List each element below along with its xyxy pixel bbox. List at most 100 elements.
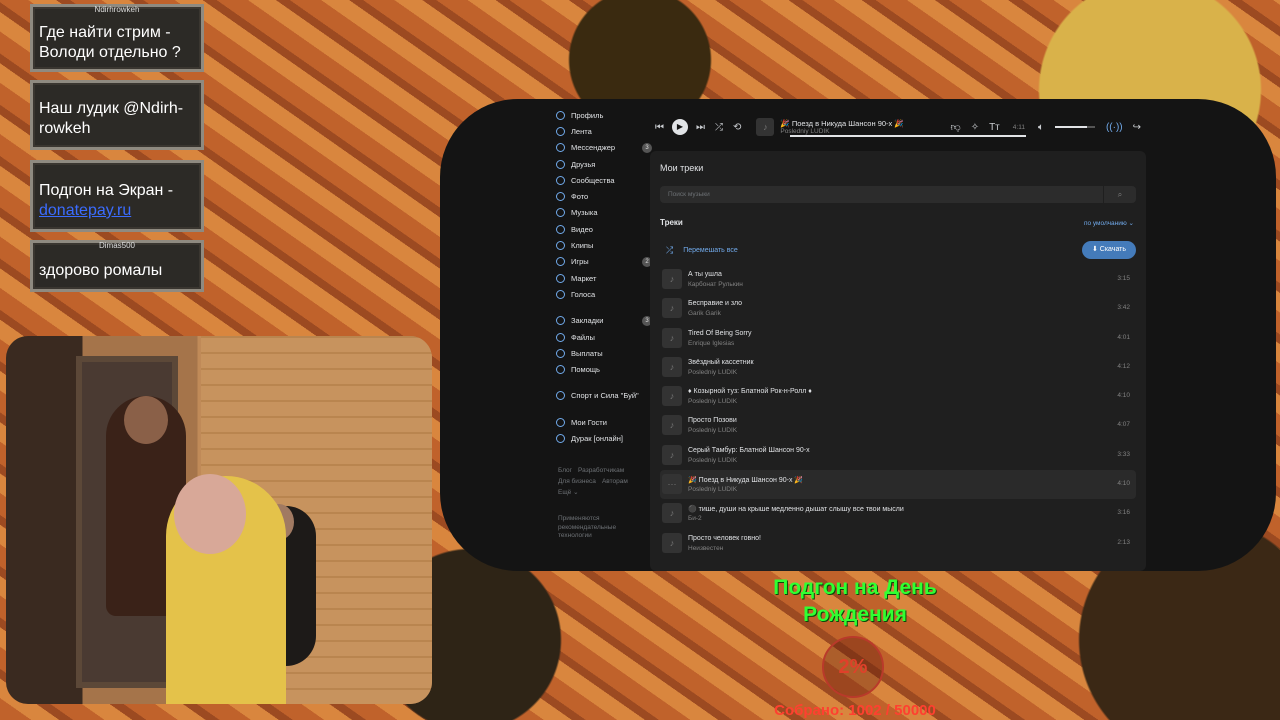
track-row[interactable]: ♪ Звёздный кассетник Posledniy LUDIK 4:12 bbox=[660, 353, 1136, 382]
track-artist[interactable]: Enrique Iglesias bbox=[688, 340, 734, 347]
track-cover[interactable]: ♪ bbox=[662, 503, 682, 524]
sidebar-item[interactable]: Профиль bbox=[556, 107, 652, 123]
chat-message: Наш лудик @Ndirh-rowkeh bbox=[30, 80, 204, 150]
now-playing-title[interactable]: 🎉 Поезд в Никуда Шансон 90-х 🎉 bbox=[780, 119, 903, 128]
shuffle-all-button[interactable]: ⤮ Перемешать все bbox=[666, 245, 738, 256]
track-row[interactable]: ··· 🎉 Поезд в Никуда Шансон 90-х 🎉 Posledn… bbox=[660, 470, 1136, 500]
progress-bar[interactable] bbox=[790, 135, 1026, 137]
footer-link-more[interactable]: Ещё ⌄ bbox=[558, 489, 579, 496]
sidebar-item[interactable]: Игры 2 bbox=[556, 254, 652, 270]
track-artist[interactable]: Неизвестен bbox=[688, 545, 723, 552]
track-artist[interactable]: Posledniy LUDIK bbox=[688, 398, 737, 405]
sidebar-item-icon bbox=[556, 289, 565, 299]
chat-text: Подгон на Экран - bbox=[39, 182, 174, 199]
sidebar-item-label: Спорт и Сила "Буй" bbox=[571, 391, 639, 401]
footer-link-business[interactable]: Для бизнеса bbox=[558, 478, 596, 485]
track-artist[interactable]: Би-2 bbox=[688, 515, 702, 522]
sidebar-item[interactable]: Фото bbox=[556, 188, 652, 204]
track-cover[interactable]: ♪ bbox=[662, 532, 682, 553]
track-cover[interactable]: ♪ bbox=[662, 444, 682, 465]
track-title[interactable]: Звёздный кассетник bbox=[688, 359, 754, 366]
track-cover[interactable]: ♪ bbox=[662, 415, 682, 436]
repeat-icon[interactable]: ⟲ bbox=[733, 122, 741, 133]
track-row[interactable]: ♪ Бесправие и зло Garik Garik 3:42 bbox=[660, 294, 1136, 323]
volume-icon[interactable]: 🔈︎ bbox=[1038, 122, 1044, 133]
track-row[interactable]: ♪ А ты ушла Карбонат Рулькин 3:15 bbox=[660, 265, 1136, 294]
sidebar-item-app-durak[interactable]: Дурак [онлайн] bbox=[556, 430, 652, 446]
sidebar-item[interactable]: Закладки 3 bbox=[556, 313, 652, 329]
search-icon[interactable]: ⌕ bbox=[1103, 186, 1136, 203]
shuffle-icon[interactable]: ⤮ bbox=[715, 122, 723, 133]
sidebar-item-label: Голоса bbox=[571, 289, 596, 299]
track-row[interactable]: ♪ Tired Of Being Sorry Enrique Iglesias 4:0… bbox=[660, 324, 1136, 353]
track-artist[interactable]: Garik Garik bbox=[688, 310, 721, 317]
sparkle-icon[interactable]: ✧ bbox=[971, 122, 979, 133]
track-duration: 4:10 bbox=[1117, 480, 1130, 488]
sidebar-item[interactable]: Маркет bbox=[556, 270, 652, 286]
now-playing-artist[interactable]: Posledniy LUDIK bbox=[780, 128, 903, 135]
sidebar-item[interactable]: Голоса bbox=[556, 286, 652, 302]
track-cover[interactable]: ♪ bbox=[662, 269, 682, 289]
sidebar-item[interactable]: Видео bbox=[556, 221, 652, 237]
track-title[interactable]: ⚫ тише, души на крыше медленно дышат слы… bbox=[688, 505, 904, 513]
chat-username: Ndirhrowkeh bbox=[94, 5, 140, 14]
search-input[interactable]: Поиск музыки ⌕ bbox=[660, 186, 1136, 203]
sidebar-item-app-guests[interactable]: Мои Гости bbox=[556, 414, 652, 430]
app-icon bbox=[556, 417, 565, 427]
sidebar-item-label: Игры bbox=[571, 257, 589, 267]
sidebar-item[interactable]: Сообщества bbox=[556, 172, 652, 188]
sidebar-item[interactable]: Мессенджер 3 bbox=[556, 140, 652, 156]
lyrics-icon[interactable]: Tт bbox=[989, 122, 1000, 133]
track-title[interactable]: Бесправие и зло bbox=[688, 300, 742, 307]
track-row[interactable]: ♪ ♦ Козырной туз: Блатной Рок-н-Ролл ♦ Pos… bbox=[660, 382, 1136, 411]
donate-link[interactable]: donatepay.ru bbox=[39, 202, 131, 219]
sidebar-item[interactable]: Лента bbox=[556, 123, 652, 139]
sort-dropdown[interactable]: по умолчанию ⌄ bbox=[1084, 219, 1134, 227]
sidebar-item[interactable]: Выплаты bbox=[556, 345, 652, 361]
track-row[interactable]: ♪ Просто человек говно! Неизвестен 2:13 bbox=[660, 529, 1136, 558]
sidebar-item-icon bbox=[556, 365, 565, 375]
sidebar-item[interactable]: Друзья bbox=[556, 156, 652, 172]
track-cover[interactable]: ··· bbox=[662, 474, 682, 495]
track-row[interactable]: ♪ Просто Позови Posledniy LUDIK 4:07 bbox=[660, 411, 1136, 440]
next-track-icon[interactable]: ⏭ bbox=[696, 122, 705, 133]
volume-slider[interactable] bbox=[1054, 126, 1095, 128]
track-title[interactable]: Просто Позови bbox=[688, 417, 737, 424]
sidebar-item-label: Маркет bbox=[571, 273, 597, 283]
track-artist[interactable]: Карбонат Рулькин bbox=[688, 281, 743, 288]
share-icon[interactable]: ↪ bbox=[1133, 122, 1141, 133]
play-button[interactable]: ▶ bbox=[672, 119, 688, 135]
track-artist[interactable]: Posledniy LUDIK bbox=[688, 457, 737, 464]
track-duration: 3:33 bbox=[1117, 450, 1130, 458]
sidebar: Профиль Лента Мессенджер 3 Друзья Сообщества Ф… bbox=[556, 107, 652, 447]
track-cover[interactable]: ♪ bbox=[662, 356, 682, 377]
track-title[interactable]: А ты ушла bbox=[688, 271, 722, 278]
track-cover[interactable]: ♪ bbox=[662, 386, 682, 407]
track-title[interactable]: ♦ Козырной туз: Блатной Рок-н-Ролл ♦ bbox=[688, 388, 812, 395]
sidebar-item-label: Помощь bbox=[571, 365, 600, 375]
track-title[interactable]: Серый Тамбур: Блатной Шансон 90-х bbox=[688, 447, 810, 454]
sidebar-item-group[interactable]: Спорт и Сила "Буй" bbox=[556, 388, 652, 404]
sidebar-item[interactable]: Файлы bbox=[556, 329, 652, 345]
download-button[interactable]: ⬇ Скачать bbox=[1082, 241, 1136, 259]
footer-link-blog[interactable]: Блог bbox=[558, 467, 572, 474]
sidebar-item[interactable]: Помощь bbox=[556, 361, 652, 377]
dislike-icon[interactable]: 👎︎ bbox=[951, 121, 961, 133]
track-row[interactable]: ♪ Серый Тамбур: Блатной Шансон 90-х Posled… bbox=[660, 441, 1136, 470]
track-artist[interactable]: Posledniy LUDIK bbox=[688, 369, 737, 376]
broadcast-icon[interactable]: ((·)) bbox=[1106, 122, 1123, 133]
track-cover[interactable]: ♪ bbox=[662, 327, 682, 348]
footer-link-authors[interactable]: Авторам bbox=[602, 478, 628, 485]
track-title[interactable]: Просто человек говно! bbox=[688, 535, 761, 542]
track-artist[interactable]: Posledniy LUDIK bbox=[688, 486, 737, 493]
sidebar-item[interactable]: Клипы bbox=[556, 237, 652, 253]
shuffle-icon: ⤮ bbox=[666, 245, 674, 255]
track-title[interactable]: Tired Of Being Sorry bbox=[688, 330, 752, 337]
sidebar-item[interactable]: Музыка bbox=[556, 205, 652, 221]
track-artist[interactable]: Posledniy LUDIK bbox=[688, 427, 737, 434]
prev-track-icon[interactable]: ⏮ bbox=[655, 122, 664, 133]
track-cover[interactable]: ♪ bbox=[662, 298, 682, 319]
track-row[interactable]: ♪ ⚫ тише, души на крыше медленно дышат сл… bbox=[660, 499, 1136, 528]
track-title[interactable]: 🎉 Поезд в Никуда Шансон 90-х 🎉 bbox=[688, 476, 803, 484]
footer-link-dev[interactable]: Разработчикам bbox=[578, 467, 624, 474]
